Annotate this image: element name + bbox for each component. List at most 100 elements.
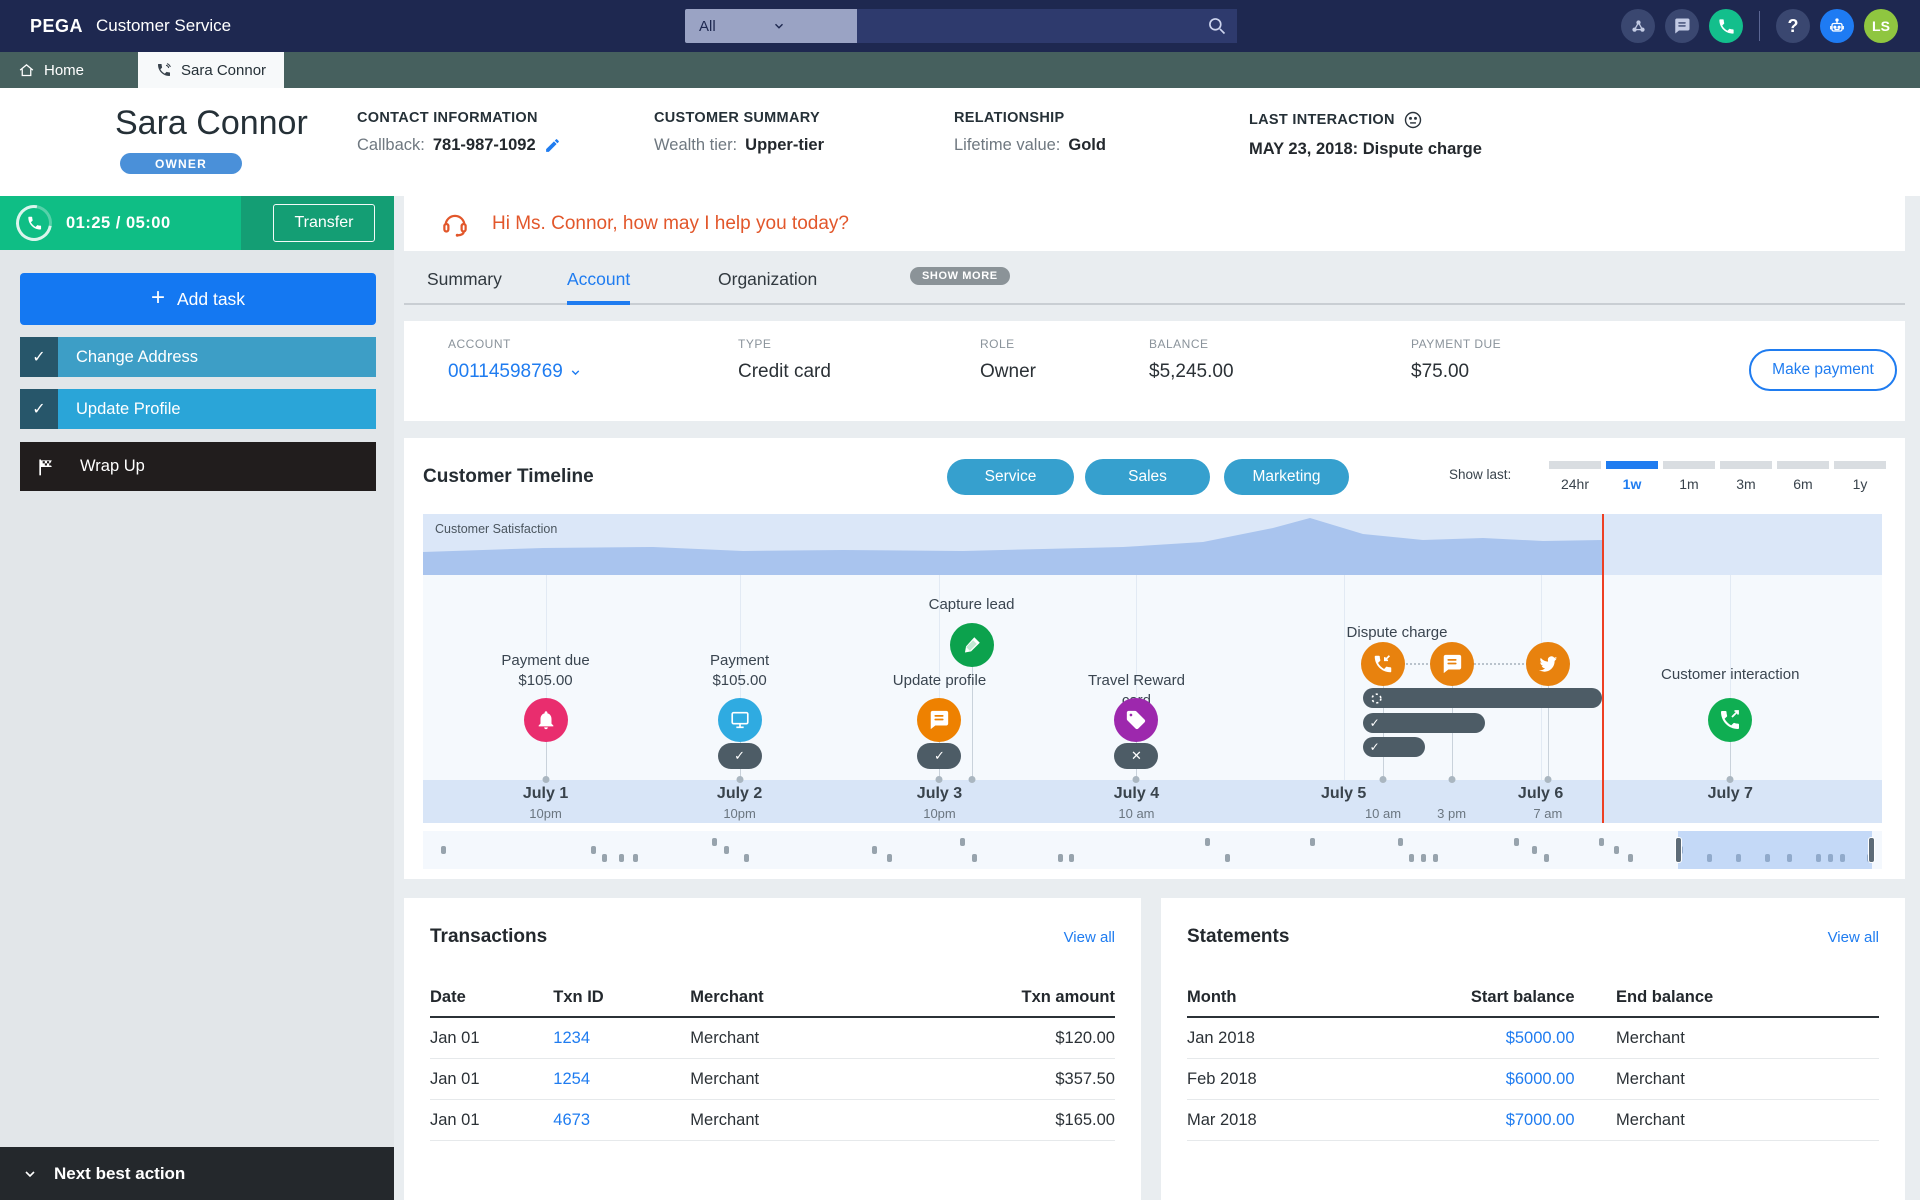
- transactions-view-all-link[interactable]: View all: [1064, 929, 1115, 946]
- column-header: End balance: [1616, 978, 1879, 1016]
- task-item-update-profile[interactable]: ✓Update Profile: [20, 389, 376, 429]
- account-field-role: ROLE Owner: [980, 337, 1036, 383]
- minimap-selection[interactable]: [1678, 831, 1872, 869]
- tab-summary[interactable]: Summary: [427, 269, 502, 303]
- active-call-button[interactable]: [1709, 9, 1743, 43]
- make-payment-button[interactable]: Make payment: [1749, 349, 1897, 391]
- table-cell[interactable]: $5000.00: [1353, 1018, 1574, 1058]
- tab-sara-connor[interactable]: Sara Connor: [138, 52, 284, 88]
- phone-icon: [1717, 17, 1736, 36]
- user-avatar[interactable]: LS: [1864, 9, 1898, 43]
- divider: [1759, 11, 1760, 41]
- bell-icon: [535, 709, 557, 731]
- event-customer-interaction[interactable]: [1708, 698, 1752, 742]
- next-best-action[interactable]: Next best action: [0, 1147, 394, 1200]
- pencil-icon: [961, 634, 983, 656]
- field-value: Owner: [980, 361, 1036, 383]
- range-1y[interactable]: 1y: [1834, 461, 1886, 492]
- event-label: Customer interaction: [1635, 665, 1825, 685]
- table-cell: Jan 01: [430, 1018, 553, 1058]
- statements-table: MonthStart balanceEnd balanceJan 2018$50…: [1187, 978, 1879, 1141]
- show-more-button[interactable]: SHOW MORE: [910, 267, 1010, 285]
- field-label: ROLE: [980, 337, 1036, 351]
- field-value[interactable]: 00114598769: [448, 361, 582, 383]
- event-travel-reward-card[interactable]: [1114, 698, 1158, 742]
- messages-button[interactable]: [1665, 9, 1699, 43]
- table-cell[interactable]: 1234: [553, 1018, 690, 1058]
- event-payment[interactable]: [718, 698, 762, 742]
- axis-time-label: 10pm: [723, 806, 756, 821]
- minimap-mark: [441, 846, 446, 854]
- statements-view-all-link[interactable]: View all: [1828, 929, 1879, 946]
- brand: PEGA Customer Service: [30, 0, 231, 52]
- customer-header: Sara Connor OWNER CONTACT INFORMATION Ca…: [0, 88, 1920, 196]
- chat-icon: [1441, 653, 1463, 675]
- tab-account[interactable]: Account: [567, 269, 630, 305]
- transfer-button[interactable]: Transfer: [273, 204, 375, 242]
- minimap-mark: [960, 838, 965, 846]
- table-header-row: MonthStart balanceEnd balance: [1187, 978, 1879, 1018]
- event-payment-due[interactable]: [524, 698, 568, 742]
- filter-sales-button[interactable]: Sales: [1085, 459, 1210, 495]
- axis-dot: [1448, 776, 1455, 783]
- search-scope-dropdown[interactable]: All: [685, 9, 857, 43]
- timeline-minimap-scrollbar[interactable]: [423, 831, 1882, 869]
- table-cell[interactable]: $6000.00: [1353, 1059, 1574, 1099]
- axis-time-label: 10 am: [1118, 806, 1154, 821]
- account-field-payment-due: PAYMENT DUE$75.00: [1411, 337, 1501, 383]
- add-task-button[interactable]: + Add task: [20, 273, 376, 325]
- tab-organization[interactable]: Organization: [718, 269, 817, 303]
- filter-marketing-button[interactable]: Marketing: [1224, 459, 1349, 495]
- field-label: TYPE: [738, 337, 831, 351]
- minimap-mark: [1058, 854, 1063, 862]
- robot-icon: [1827, 16, 1847, 36]
- relationship-label: RELATIONSHIP: [954, 110, 1106, 126]
- minimap-handle-left[interactable]: [1675, 837, 1682, 863]
- task-item-change-address[interactable]: ✓Change Address: [20, 337, 376, 377]
- dispute-chat-event[interactable]: [1430, 642, 1474, 686]
- table-cell[interactable]: $7000.00: [1353, 1100, 1574, 1140]
- event-capture-lead[interactable]: [950, 623, 994, 667]
- assistant-button[interactable]: [1820, 9, 1854, 43]
- table-cell: Merchant: [690, 1100, 841, 1140]
- range-1w[interactable]: 1w: [1606, 461, 1658, 492]
- field-label: BALANCE: [1149, 337, 1234, 351]
- search-input[interactable]: [857, 9, 1237, 43]
- dispute-phone-in-event[interactable]: [1361, 642, 1405, 686]
- range-label: 1y: [1834, 476, 1886, 492]
- minimap-mark: [1544, 854, 1549, 862]
- tab-home[interactable]: Home: [0, 52, 102, 88]
- range-bar: [1777, 461, 1829, 469]
- network-button[interactable]: [1621, 9, 1655, 43]
- axis-day-label: July 7: [1708, 785, 1753, 803]
- axis-dot: [1544, 776, 1551, 783]
- minimap-handle-right[interactable]: [1868, 837, 1875, 863]
- task-item-wrap-up[interactable]: Wrap Up: [20, 442, 376, 491]
- range-6m[interactable]: 6m: [1777, 461, 1829, 492]
- event-update-profile[interactable]: [917, 698, 961, 742]
- task-item-label: Wrap Up: [72, 442, 376, 491]
- range-label: 1w: [1606, 476, 1658, 492]
- filter-service-button[interactable]: Service: [947, 459, 1074, 495]
- table-cell[interactable]: 1254: [553, 1059, 690, 1099]
- range-24hr[interactable]: 24hr: [1549, 461, 1601, 492]
- last-interaction-section: LAST INTERACTION MAY 23, 2018: Dispute c…: [1249, 110, 1482, 159]
- search-scope-value: All: [699, 18, 772, 35]
- dispute-twitter-event[interactable]: [1526, 642, 1570, 686]
- last-interaction-value: MAY 23, 2018: Dispute charge: [1249, 140, 1482, 159]
- chat-icon: [928, 709, 950, 731]
- range-1m[interactable]: 1m: [1663, 461, 1715, 492]
- event-label: Capture lead: [907, 595, 1037, 615]
- edit-icon[interactable]: [544, 137, 561, 154]
- account-field-balance: BALANCE$5,245.00: [1149, 337, 1234, 383]
- tab-case-label: Sara Connor: [181, 62, 266, 79]
- help-button[interactable]: ?: [1776, 9, 1810, 43]
- table-cell[interactable]: 4673: [553, 1100, 690, 1140]
- pega-logo: PEGA: [30, 16, 83, 37]
- range-3m[interactable]: 3m: [1720, 461, 1772, 492]
- statements-card: Statements View all MonthStart balanceEn…: [1161, 898, 1905, 1200]
- help-icon: ?: [1788, 16, 1799, 37]
- headset-icon: [440, 209, 470, 239]
- minimap-mark: [712, 838, 717, 846]
- contact-info-label: CONTACT INFORMATION: [357, 110, 561, 126]
